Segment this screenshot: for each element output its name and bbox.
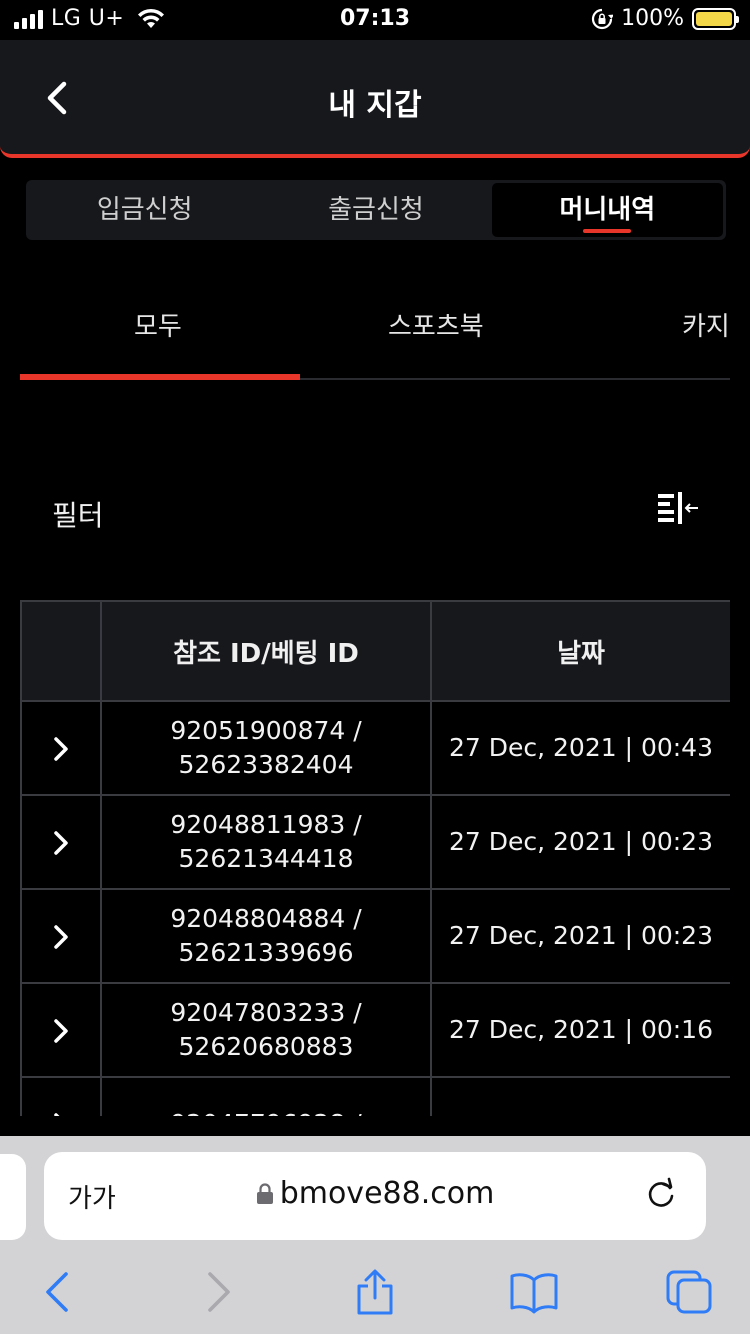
active-tab-indicator — [20, 374, 300, 380]
expand-cell[interactable] — [20, 982, 102, 1078]
expand-cell[interactable] — [20, 700, 102, 796]
battery-icon — [692, 7, 739, 30]
url-display[interactable]: bmove88.com — [44, 1176, 706, 1211]
chevron-right-icon[interactable] — [49, 923, 73, 951]
filter-toggle-icon[interactable] — [656, 490, 700, 530]
lock-icon — [256, 1183, 273, 1204]
table-row[interactable]: 92048804884 / 52621339696 27 Dec, 2021 | … — [20, 888, 730, 984]
table-row[interactable]: 92048811983 / 52621344418 27 Dec, 2021 | … — [20, 794, 730, 890]
date-cell: 27 Dec, 2021 | 00:23 — [430, 888, 730, 984]
table-header-row: 참조 ID/베팅 ID 날짜 — [20, 600, 730, 702]
address-bar[interactable]: 가가 bmove88.com — [44, 1152, 706, 1240]
url-text: bmove88.com — [279, 1176, 495, 1211]
column-header-reference-id: 참조 ID/베팅 ID — [100, 600, 432, 702]
chevron-right-icon[interactable] — [49, 1017, 73, 1045]
chevron-right-icon[interactable] — [49, 735, 73, 763]
reference-id-cell: 92048811983 / 52621344418 — [100, 794, 432, 890]
share-icon[interactable] — [353, 1268, 397, 1316]
table-row[interactable]: 92047796928 / — [20, 1076, 730, 1116]
reference-id-cell: 92048804884 / 52621339696 — [100, 888, 432, 984]
bet-id: 52620680883 — [178, 1032, 354, 1061]
chevron-right-icon[interactable] — [49, 1111, 73, 1116]
chevron-right-icon[interactable] — [49, 829, 73, 857]
column-header-date: 날짜 — [430, 600, 730, 702]
date-cell: 27 Dec, 2021 | 00:16 — [430, 982, 730, 1078]
expand-cell[interactable] — [20, 794, 102, 890]
tab-all[interactable]: 모두 — [134, 306, 182, 343]
ref-id: 92051900874 / — [170, 716, 362, 745]
battery-percent: 100% — [621, 6, 684, 31]
category-tabs: 모두 스포츠북 카지 — [20, 290, 730, 380]
status-right: 100% — [591, 6, 739, 31]
segment-money-history[interactable]: 머니내역 — [491, 183, 723, 237]
money-history-table: 참조 ID/베팅 ID 날짜 92051900874 / 52623382404 … — [20, 600, 730, 1116]
ref-id: 92047796928 / — [102, 1107, 430, 1116]
bet-id: 52623382404 — [178, 750, 354, 779]
browser-back-icon[interactable] — [36, 1268, 80, 1316]
table-row[interactable]: 92051900874 / 52623382404 27 Dec, 2021 | … — [20, 700, 730, 796]
browser-bottom-bar: 가가 bmove88.com — [0, 1136, 750, 1334]
rotation-lock-icon — [592, 8, 614, 29]
reference-id-cell: 92047803233 / 52620680883 — [100, 982, 432, 1078]
ref-id: 92047803233 / — [170, 998, 362, 1027]
tabs-icon[interactable] — [664, 1268, 714, 1316]
ref-id: 92048804884 / — [170, 904, 362, 933]
page-title: 내 지갑 — [328, 88, 422, 123]
date-cell: 27 Dec, 2021 | 00:23 — [430, 794, 730, 890]
previous-tab-pill[interactable] — [0, 1154, 26, 1240]
tab-sportsbook[interactable]: 스포츠북 — [388, 306, 484, 343]
browser-forward-icon[interactable] — [196, 1268, 240, 1316]
bet-id: 52621339696 — [178, 938, 354, 967]
wallet-segmented-control: 입금신청 출금신청 머니내역 — [26, 180, 726, 240]
date-cell — [430, 1076, 730, 1116]
filter-label: 필터 — [52, 499, 104, 532]
bookmarks-icon[interactable] — [508, 1268, 560, 1316]
reference-id-cell: 92051900874 / 52623382404 — [100, 700, 432, 796]
segment-withdraw[interactable]: 출금신청 — [260, 183, 491, 237]
status-bar: LG U+ 07:13 100% — [0, 0, 750, 40]
browser-toolbar — [0, 1262, 750, 1332]
app-header: 내 지갑 — [0, 40, 750, 158]
bet-id: 52621344418 — [178, 844, 354, 873]
tab-casino[interactable]: 카지 — [682, 306, 730, 343]
table-row[interactable]: 92047803233 / 52620680883 27 Dec, 2021 | … — [20, 982, 730, 1078]
date-cell: 27 Dec, 2021 | 00:43 — [430, 700, 730, 796]
ref-id: 92048811983 / — [170, 810, 362, 839]
column-header-expand — [20, 600, 102, 702]
expand-cell[interactable] — [20, 1076, 102, 1116]
reference-id-cell: 92047796928 / — [100, 1076, 432, 1116]
reload-icon[interactable] — [644, 1176, 678, 1214]
segment-deposit[interactable]: 입금신청 — [29, 183, 260, 237]
expand-cell[interactable] — [20, 888, 102, 984]
